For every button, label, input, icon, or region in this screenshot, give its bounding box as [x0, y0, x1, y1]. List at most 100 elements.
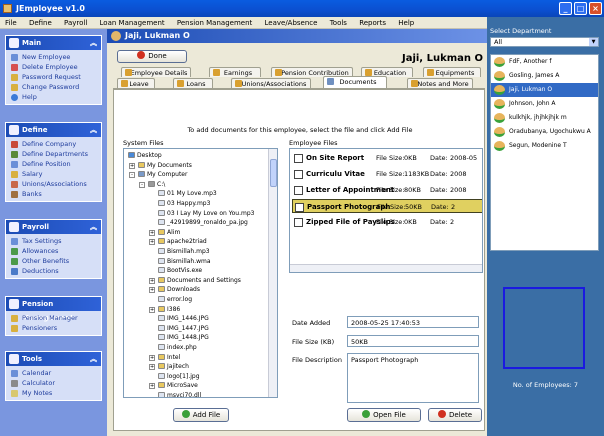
chevron-down-icon[interactable]: ▼: [589, 38, 598, 46]
tree-node[interactable]: 03 I Lay My Love on You.mp3: [158, 209, 255, 218]
menu-help[interactable]: Help: [393, 17, 419, 29]
tree-node[interactable]: + Downloads: [149, 285, 200, 294]
delete-button[interactable]: Delete: [428, 408, 482, 422]
minimize-icon[interactable]: _: [559, 2, 572, 15]
nav-help[interactable]: Help: [6, 92, 101, 102]
tree-node[interactable]: Desktop: [128, 151, 162, 160]
menu-loan-management[interactable]: Loan Management: [95, 17, 170, 29]
collapse-chevron-icon[interactable]: ︽: [90, 123, 97, 137]
employee-list[interactable]: FdF, Another f Gosling, James A Jaji, Lukm…: [490, 54, 599, 251]
employee-file-row[interactable]: Letter of Appointment File Size: 80KB Date:…: [292, 183, 482, 197]
nav-salary[interactable]: Salary: [6, 169, 101, 179]
panel-header-main[interactable]: Main ︽: [6, 36, 101, 50]
nav-banks[interactable]: Banks: [6, 189, 101, 199]
tab-leave[interactable]: Leave: [117, 78, 155, 88]
expand-icon[interactable]: +: [149, 277, 155, 284]
collapse-icon[interactable]: -: [129, 172, 135, 179]
employee-file-row[interactable]: Zipped File of Payslips File Size: 0KB Date…: [292, 215, 482, 229]
done-button[interactable]: Done: [117, 50, 187, 63]
employee-file-row[interactable]: Curriculu Vitae File Size: 1183KB Date: 2008: [292, 167, 482, 181]
collapse-chevron-icon[interactable]: ︽: [90, 220, 97, 234]
employee-file-row[interactable]: Passport Photograph File Size: 50KB Date: 2: [292, 199, 482, 213]
tree-node[interactable]: - My Computer: [129, 170, 187, 179]
menu-tools[interactable]: Tools: [325, 17, 352, 29]
tree-node[interactable]: error.log: [158, 295, 192, 304]
system-files-tree[interactable]: Desktop + My Documents - My Computer - C:\ 01 M…: [123, 148, 278, 398]
maximize-icon[interactable]: □: [574, 2, 587, 15]
expand-icon[interactable]: +: [149, 354, 155, 361]
tree-node[interactable]: + Jajitech: [149, 362, 189, 371]
collapse-chevron-icon[interactable]: ︽: [90, 352, 97, 366]
tree-node[interactable]: + Alim: [149, 228, 180, 237]
tab-loans[interactable]: Loans: [173, 78, 213, 88]
menu-leave-absence[interactable]: Leave/Absence: [260, 17, 323, 29]
nav-change-password[interactable]: Change Password: [6, 82, 101, 92]
menu-define[interactable]: Define: [24, 17, 57, 29]
employee-list-item[interactable]: Jaji, Lukman O: [491, 83, 598, 97]
expand-icon[interactable]: +: [129, 162, 135, 169]
tree-node[interactable]: + My Documents: [129, 161, 192, 170]
tree-node[interactable]: IMG_1447.JPG: [158, 324, 209, 333]
tree-node[interactable]: _42919899_ronaldo_pa.jpg: [158, 218, 248, 227]
files-hscrollbar[interactable]: [290, 264, 482, 272]
tree-node[interactable]: msvci70.dll: [158, 391, 201, 397]
menu-file[interactable]: File: [0, 17, 22, 29]
tree-node[interactable]: + apache2triad: [149, 237, 207, 246]
tree-node[interactable]: - C:\: [139, 180, 165, 189]
nav-deductions[interactable]: Deductions: [6, 266, 101, 276]
nav-tax-settings[interactable]: Tax Settings: [6, 236, 101, 246]
tree-node[interactable]: + Intel: [149, 353, 180, 362]
nav-define-departments[interactable]: Define Departments: [6, 149, 101, 159]
tab-notes-and-more[interactable]: Notes and More: [407, 78, 473, 88]
employee-list-item[interactable]: Johnson, John A: [491, 97, 598, 111]
tab-unions-associations[interactable]: Unions/Associations: [231, 78, 311, 88]
nav-other-benefits[interactable]: Other Benefits: [6, 256, 101, 266]
tree-node[interactable]: BootVis.exe: [158, 266, 202, 275]
collapse-icon[interactable]: -: [139, 181, 145, 188]
file-description-field[interactable]: Passport Photograph: [347, 353, 479, 403]
nav-my-notes[interactable]: My Notes: [6, 388, 101, 398]
nav-delete-employee[interactable]: Delete Employee: [6, 62, 101, 72]
panel-header-payroll[interactable]: Payroll ︽: [6, 220, 101, 234]
menu-payroll[interactable]: Payroll: [59, 17, 92, 29]
nav-calendar[interactable]: Calendar: [6, 368, 101, 378]
menu-reports[interactable]: Reports: [354, 17, 391, 29]
tree-node[interactable]: IMG_1446.JPG: [158, 314, 209, 323]
nav-pensioners[interactable]: Pensioners: [6, 323, 101, 333]
tree-scrollbar[interactable]: [268, 149, 277, 397]
expand-icon[interactable]: +: [149, 364, 155, 371]
nav-calculator[interactable]: Calculator: [6, 378, 101, 388]
tree-node[interactable]: + I386: [149, 305, 180, 314]
panel-header-define[interactable]: Define ︽: [6, 123, 101, 137]
tab-equipments[interactable]: Equipments: [423, 67, 481, 77]
employee-list-item[interactable]: kulkhjk, jhjhkjhjk m: [491, 111, 598, 125]
tree-node[interactable]: IMG_1448.JPG: [158, 333, 209, 342]
nav-password-request[interactable]: Password Request: [6, 72, 101, 82]
nav-define-company[interactable]: Define Company: [6, 139, 101, 149]
open-file-button[interactable]: Open File: [347, 408, 421, 422]
tree-scroll-thumb[interactable]: [270, 159, 277, 187]
expand-icon[interactable]: +: [149, 239, 155, 246]
expand-icon[interactable]: +: [149, 383, 155, 390]
tree-node[interactable]: index.php: [158, 343, 197, 352]
employee-list-item[interactable]: Oradubanya, Ugochukwu A: [491, 125, 598, 139]
employee-file-row[interactable]: On Site Report File Size: 0KB Date: 2008-05: [292, 151, 482, 165]
panel-header-tools[interactable]: Tools ︽: [6, 352, 101, 366]
tab-earnings[interactable]: Earnings: [209, 67, 261, 77]
nav-pension-manager[interactable]: Pension Manager: [6, 313, 101, 323]
tree-node[interactable]: Bismillah.wma: [158, 257, 211, 266]
nav-define-position[interactable]: Define Position: [6, 159, 101, 169]
nav-allowances[interactable]: Allowances: [6, 246, 101, 256]
collapse-chevron-icon[interactable]: ︽: [90, 36, 97, 50]
employee-list-item[interactable]: FdF, Another f: [491, 55, 598, 69]
tab-documents[interactable]: Documents: [323, 76, 387, 88]
expand-icon[interactable]: +: [149, 306, 155, 313]
tree-node[interactable]: logo[1].jpg: [158, 372, 200, 381]
department-select[interactable]: All ▼: [490, 37, 599, 47]
close-icon[interactable]: ×: [589, 2, 602, 15]
employee-list-item[interactable]: Segun, Modenine T: [491, 139, 598, 153]
employee-list-item[interactable]: Gosling, James A: [491, 69, 598, 83]
panel-header-pension[interactable]: Pension Management: [6, 297, 101, 322]
nav-unions-associations[interactable]: Unions/Associations: [6, 179, 101, 189]
nav-new-employee[interactable]: New Employee: [6, 52, 101, 62]
